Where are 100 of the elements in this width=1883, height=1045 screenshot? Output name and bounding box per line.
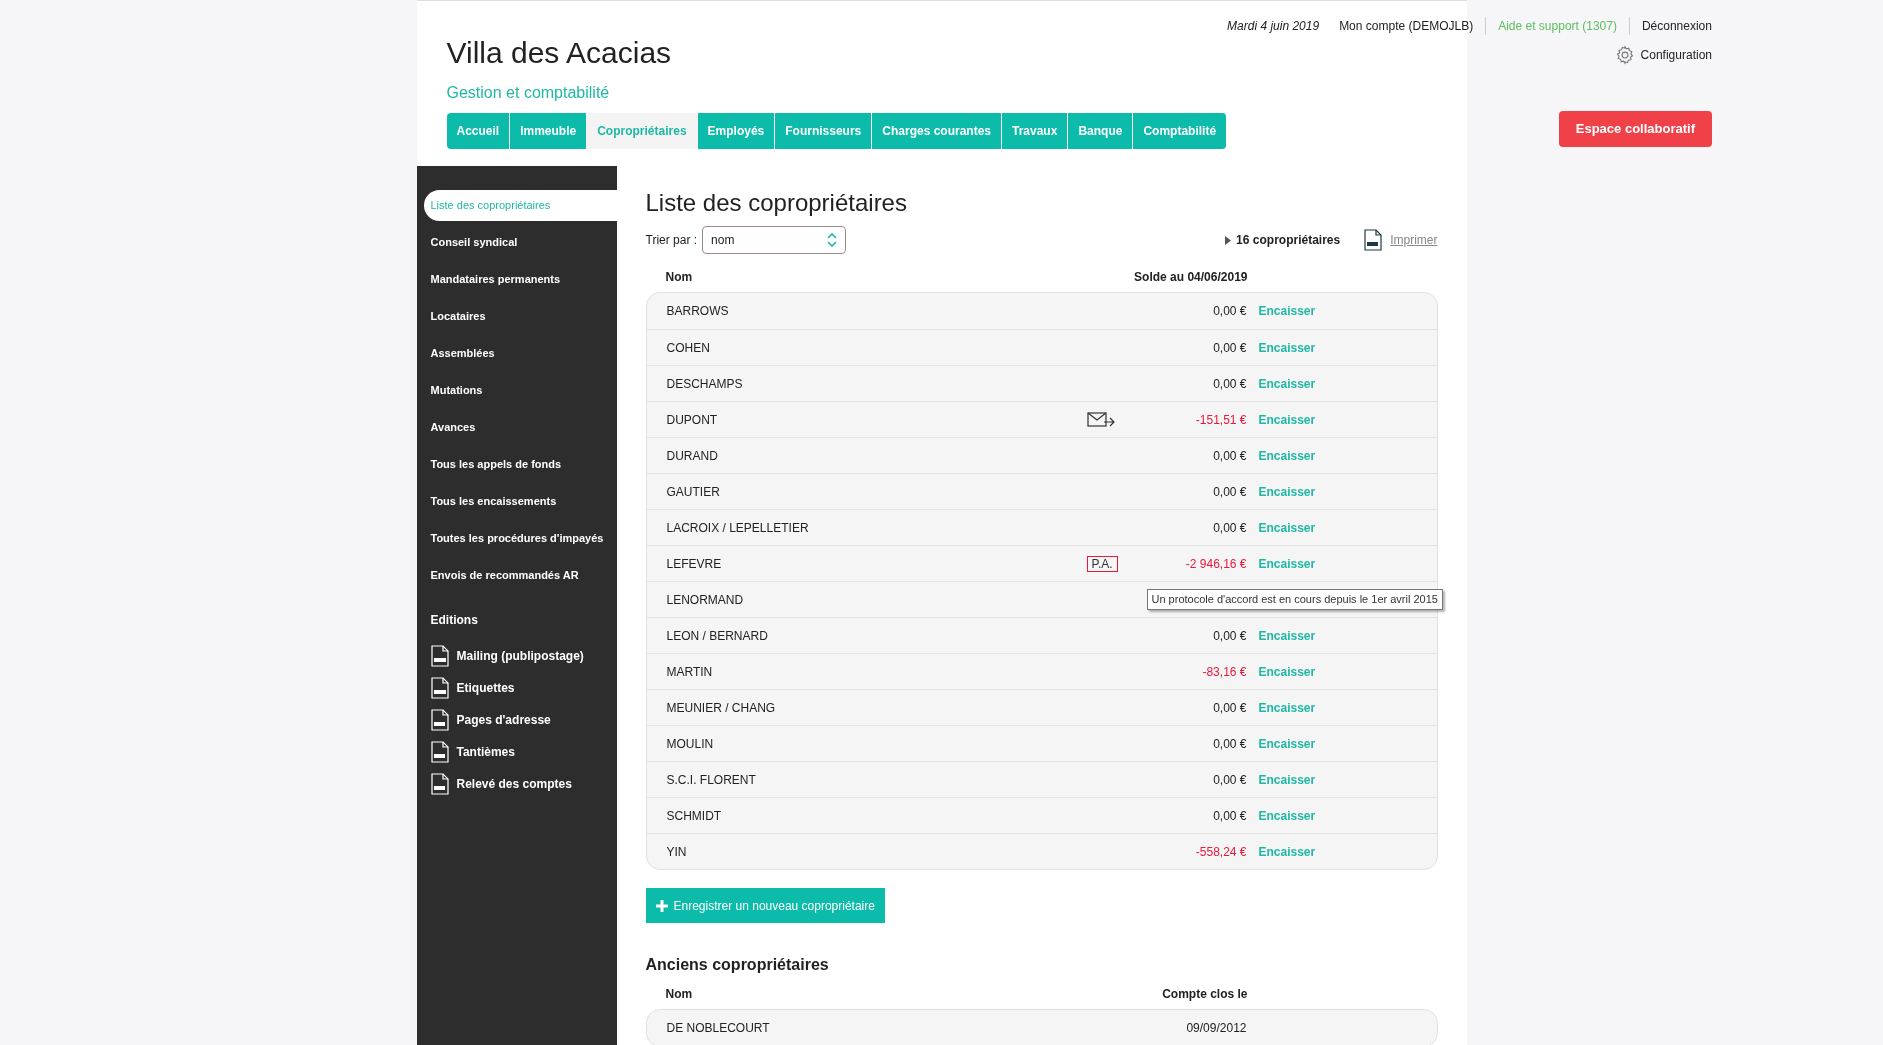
- pdf-file-icon: [430, 709, 449, 731]
- account-link[interactable]: Mon compte (DEMOJLB): [1339, 17, 1487, 35]
- collect-link[interactable]: Encaisser: [1258, 808, 1316, 823]
- collect-link[interactable]: Encaisser: [1258, 412, 1316, 427]
- sidebar-item[interactable]: Assemblées: [423, 338, 617, 369]
- collect-link[interactable]: Encaisser: [1258, 664, 1316, 679]
- owner-name: SCHMIDT: [666, 807, 723, 825]
- pdf-file-icon: [430, 741, 449, 763]
- sidebar-item[interactable]: Locataires: [423, 301, 617, 332]
- sidebar-item[interactable]: Toutes les procédures d'impayés: [423, 523, 617, 554]
- column-header: Nom: [665, 269, 694, 286]
- balance-amount: 0,00 €: [1212, 519, 1247, 537]
- collect-link[interactable]: Encaisser: [1258, 736, 1316, 751]
- collect-link[interactable]: Encaisser: [1258, 448, 1316, 463]
- nav-tab[interactable]: Employés: [697, 113, 776, 149]
- add-owner-button[interactable]: Enregistrer un nouveau copropriétaire: [645, 888, 885, 923]
- owner-name: DESCHAMPS: [666, 375, 744, 393]
- balance-amount: -83,16 €: [1201, 663, 1247, 681]
- collect-link[interactable]: Encaisser: [1258, 520, 1316, 535]
- owner-name: MOULIN: [666, 735, 715, 753]
- balance-amount: 0,00 €: [1212, 807, 1247, 825]
- owner-name: LACROIX / LEPELLETIER: [666, 519, 810, 537]
- site-title: Villa des Acacias: [446, 35, 673, 71]
- owner-name: DUPONT: [666, 411, 719, 429]
- nav-tab[interactable]: Immeuble: [510, 113, 588, 149]
- nav-tab[interactable]: Banque: [1068, 113, 1134, 149]
- collect-link[interactable]: Encaisser: [1258, 304, 1316, 318]
- sidebar-item[interactable]: Avances: [423, 412, 617, 443]
- nav-tab[interactable]: Travaux: [1002, 113, 1069, 149]
- edition-link[interactable]: Tantièmes: [430, 741, 617, 763]
- owner-name: MEUNIER / CHANG: [666, 699, 777, 717]
- support-link[interactable]: Aide et support (1307): [1486, 17, 1630, 35]
- balance-amount: 0,00 €: [1212, 627, 1247, 645]
- configuration-link[interactable]: Configuration: [1614, 45, 1712, 65]
- owner-count: 16 copropriétaires: [1236, 232, 1341, 249]
- sidebar-item[interactable]: Tous les appels de fonds: [423, 449, 617, 480]
- owner-name: GAUTIER: [666, 483, 721, 501]
- collect-link[interactable]: Encaisser: [1258, 628, 1316, 643]
- balance-amount: -558,24 €: [1194, 843, 1247, 861]
- pdf-file-icon: [430, 773, 449, 795]
- spreadsheet-file-icon: [430, 677, 449, 699]
- owner-name: S.C.I. FLORENT: [666, 771, 757, 789]
- sort-select[interactable]: nom: [702, 226, 847, 254]
- balance-amount: 0,00 €: [1212, 771, 1247, 789]
- edition-link[interactable]: Etiquettes: [430, 677, 617, 699]
- pdf-file-icon: [1364, 229, 1383, 251]
- balance-amount: -2 946,16 €: [1184, 555, 1247, 573]
- sidebar-item[interactable]: Tous les encaissements: [423, 486, 617, 517]
- owner-name: DE NOBLECOURT: [666, 1020, 771, 1037]
- balance-amount: -151,51 €: [1194, 411, 1247, 429]
- sidebar-item[interactable]: Envois de recommandés AR: [423, 560, 617, 591]
- balance-amount: 0,00 €: [1212, 339, 1247, 357]
- nav-tab[interactable]: Fournisseurs: [775, 113, 873, 149]
- balance-amount: 0,00 €: [1212, 483, 1247, 501]
- nav-tab[interactable]: Accueil: [446, 113, 511, 149]
- collect-link[interactable]: Encaisser: [1258, 700, 1316, 715]
- print-link[interactable]: Imprimer: [1390, 231, 1438, 249]
- nav-tab[interactable]: Charges courantes: [872, 113, 1002, 149]
- balance-amount: 0,00 €: [1212, 699, 1247, 717]
- sidebar-item[interactable]: Liste des copropriétaires: [423, 190, 617, 221]
- owner-name: LENORMAND: [666, 591, 745, 609]
- expand-triangle-icon: [1225, 235, 1232, 245]
- balance-amount: 0,00 €: [1212, 375, 1247, 393]
- edition-link[interactable]: Relevé des comptes: [430, 773, 617, 795]
- page-heading: Liste des copropriétaires: [645, 188, 908, 218]
- owner-name: COHEN: [666, 339, 711, 357]
- sidebar-item[interactable]: Mandataires permanents: [423, 264, 617, 295]
- owner-name: MARTIN: [666, 663, 714, 681]
- column-header: Compte clos le: [1161, 986, 1248, 1003]
- current-date: Mardi 4 juin 2019: [1227, 18, 1321, 35]
- collect-link[interactable]: Encaisser: [1258, 772, 1316, 787]
- sidebar-item[interactable]: Conseil syndical: [423, 227, 617, 258]
- owner-name: DURAND: [666, 447, 719, 465]
- balance-amount: 0,00 €: [1212, 447, 1247, 465]
- collect-link[interactable]: Encaisser: [1258, 376, 1316, 391]
- logout-link[interactable]: Déconnexion: [1629, 17, 1712, 35]
- owner-name: BARROWS: [666, 303, 730, 320]
- nav-tab[interactable]: Copropriétaires: [587, 113, 698, 149]
- status-badge: P.A.: [1086, 555, 1118, 572]
- balance-amount: 0,00 €: [1212, 735, 1247, 753]
- section-heading: Anciens copropriétaires: [645, 955, 830, 975]
- up-down-chevron-icon: [827, 232, 838, 248]
- nav-tab[interactable]: Comptabilité: [1133, 113, 1228, 149]
- owner-name: YIN: [666, 843, 688, 861]
- owner-name: LEON / BERNARD: [666, 627, 769, 645]
- sort-label: Trier par :: [645, 232, 698, 249]
- plus-icon: [655, 899, 668, 912]
- collect-link[interactable]: Encaisser: [1258, 844, 1316, 859]
- collaborative-space-button[interactable]: Espace collaboratif: [1558, 111, 1712, 147]
- edition-link[interactable]: Pages d'adresse: [430, 709, 617, 731]
- collect-link[interactable]: Encaisser: [1258, 556, 1316, 571]
- editions-heading: Editions: [429, 612, 479, 629]
- spreadsheet-file-icon: [430, 645, 449, 667]
- balance-amount: 0,00 €: [1212, 303, 1247, 320]
- collect-link[interactable]: Encaisser: [1258, 484, 1316, 499]
- sidebar-item[interactable]: Mutations: [423, 375, 617, 406]
- edition-link[interactable]: Mailing (publipostage): [430, 645, 617, 667]
- column-header: Nom: [665, 986, 694, 1003]
- column-header: Solde au 04/06/2019: [1133, 269, 1248, 286]
- collect-link[interactable]: Encaisser: [1258, 340, 1316, 355]
